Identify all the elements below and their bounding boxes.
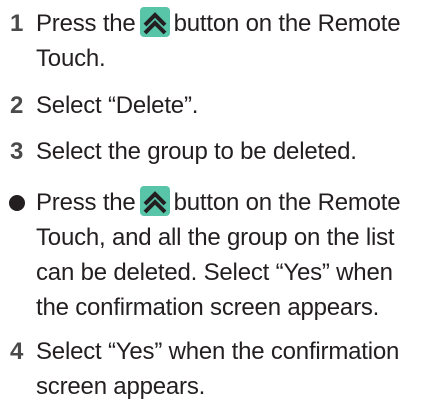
step-text: Select “Delete”. [36,92,199,119]
instruction-document: 1 Press the button on the Remote Touch. … [0,0,427,413]
step-number: 2 [10,92,24,119]
step-text-pre: Press the [36,10,136,37]
step-number: 1 [10,10,24,37]
double-chevron-up-icon [139,186,170,216]
step-text-post: button on the Remote [173,10,401,37]
step-text: Select the group to be deleted. [36,138,357,165]
note-text-line3: can be deleted. Select “Yes” when [36,259,393,286]
step-text-line2: screen appears. [36,373,206,400]
note-text-pre: Press the [36,189,136,216]
step-text-line1: Select “Yes” when the confirmation [36,338,400,365]
step-number: 4 [10,338,24,365]
note-text-post: button on the Remote [173,189,401,216]
note-text-line4: the confirmation screen appears. [36,294,380,321]
step-text-line2: Touch. [36,45,106,72]
note-text: Press the button on the Remote Touch, an… [36,185,426,325]
note-text-line2: Touch, and all the group on the list [36,224,395,251]
bullet-dot-icon [9,195,25,211]
double-chevron-up-icon [139,7,170,37]
step-text: Press the button on the Remote Touch. [36,6,426,76]
step-number: 3 [10,138,24,165]
